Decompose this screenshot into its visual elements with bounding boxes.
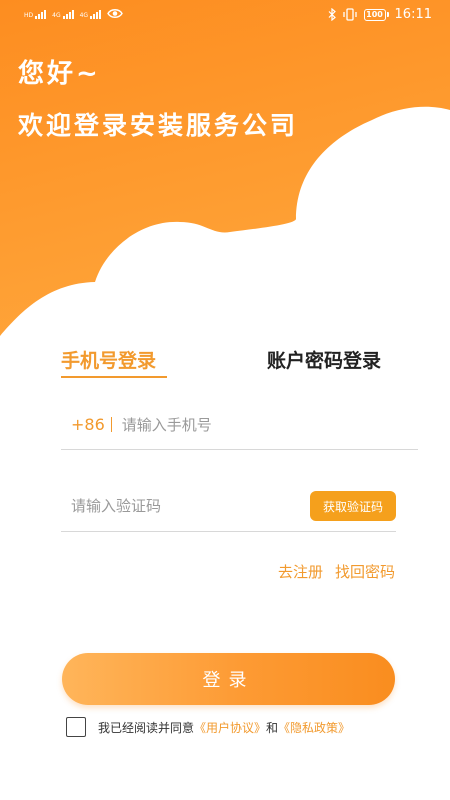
network-tag: 4G bbox=[79, 11, 89, 19]
verify-code-row: 获取验证码 bbox=[61, 481, 396, 532]
greeting-block: 您好~ 欢迎登录安装服务公司 bbox=[18, 58, 298, 142]
battery-level: 100 bbox=[363, 8, 386, 21]
signal-icon: 4G bbox=[79, 9, 102, 19]
privacy-policy-link[interactable]: 《隐私政策》 bbox=[278, 719, 350, 736]
verify-code-input[interactable] bbox=[61, 497, 310, 515]
signal-icon: HD bbox=[24, 9, 47, 19]
country-code-divider bbox=[110, 417, 112, 432]
phone-input[interactable] bbox=[121, 415, 418, 434]
get-code-button[interactable]: 获取验证码 bbox=[310, 491, 396, 521]
login-button[interactable]: 登录 bbox=[62, 653, 395, 705]
agreement-and: 和 bbox=[266, 720, 279, 735]
header-background bbox=[0, 0, 450, 360]
network-tag: 4G bbox=[52, 11, 61, 19]
phone-field-row: +86 bbox=[61, 400, 418, 450]
greeting-text: 您好~ bbox=[18, 59, 101, 89]
status-bar: HD 4G 4G 100 16:11 bbox=[0, 0, 450, 32]
status-left: HD 4G 4G bbox=[24, 8, 123, 19]
register-link[interactable]: 去注册 bbox=[278, 561, 323, 582]
auth-links: 去注册 找回密码 bbox=[278, 561, 395, 582]
tab-phone-login[interactable]: 手机号登录 bbox=[61, 346, 156, 373]
bluetooth-icon bbox=[328, 8, 336, 21]
agreement-prefix: 我已经阅读并同意 bbox=[98, 720, 195, 735]
agreement-checkbox[interactable] bbox=[66, 717, 86, 737]
tab-account-login[interactable]: 账户密码登录 bbox=[267, 346, 381, 373]
active-tab-indicator bbox=[61, 376, 167, 378]
welcome-text: 欢迎登录安装服务公司 bbox=[18, 111, 299, 140]
status-time: 16:11 bbox=[394, 7, 432, 22]
vibrate-icon bbox=[342, 8, 357, 21]
forgot-password-link[interactable]: 找回密码 bbox=[335, 561, 395, 582]
eye-icon bbox=[107, 9, 123, 18]
signal-icon: 4G bbox=[52, 9, 74, 19]
battery-icon: 100 bbox=[363, 8, 389, 21]
user-agreement-link[interactable]: 《用户协议》 bbox=[194, 719, 266, 736]
network-tag: HD bbox=[24, 11, 34, 19]
country-code[interactable]: +86 bbox=[61, 415, 105, 434]
status-right: 100 16:11 bbox=[328, 7, 432, 22]
agreement-row: 我已经阅读并同意 《用户协议》 和 《隐私政策》 bbox=[66, 717, 350, 737]
